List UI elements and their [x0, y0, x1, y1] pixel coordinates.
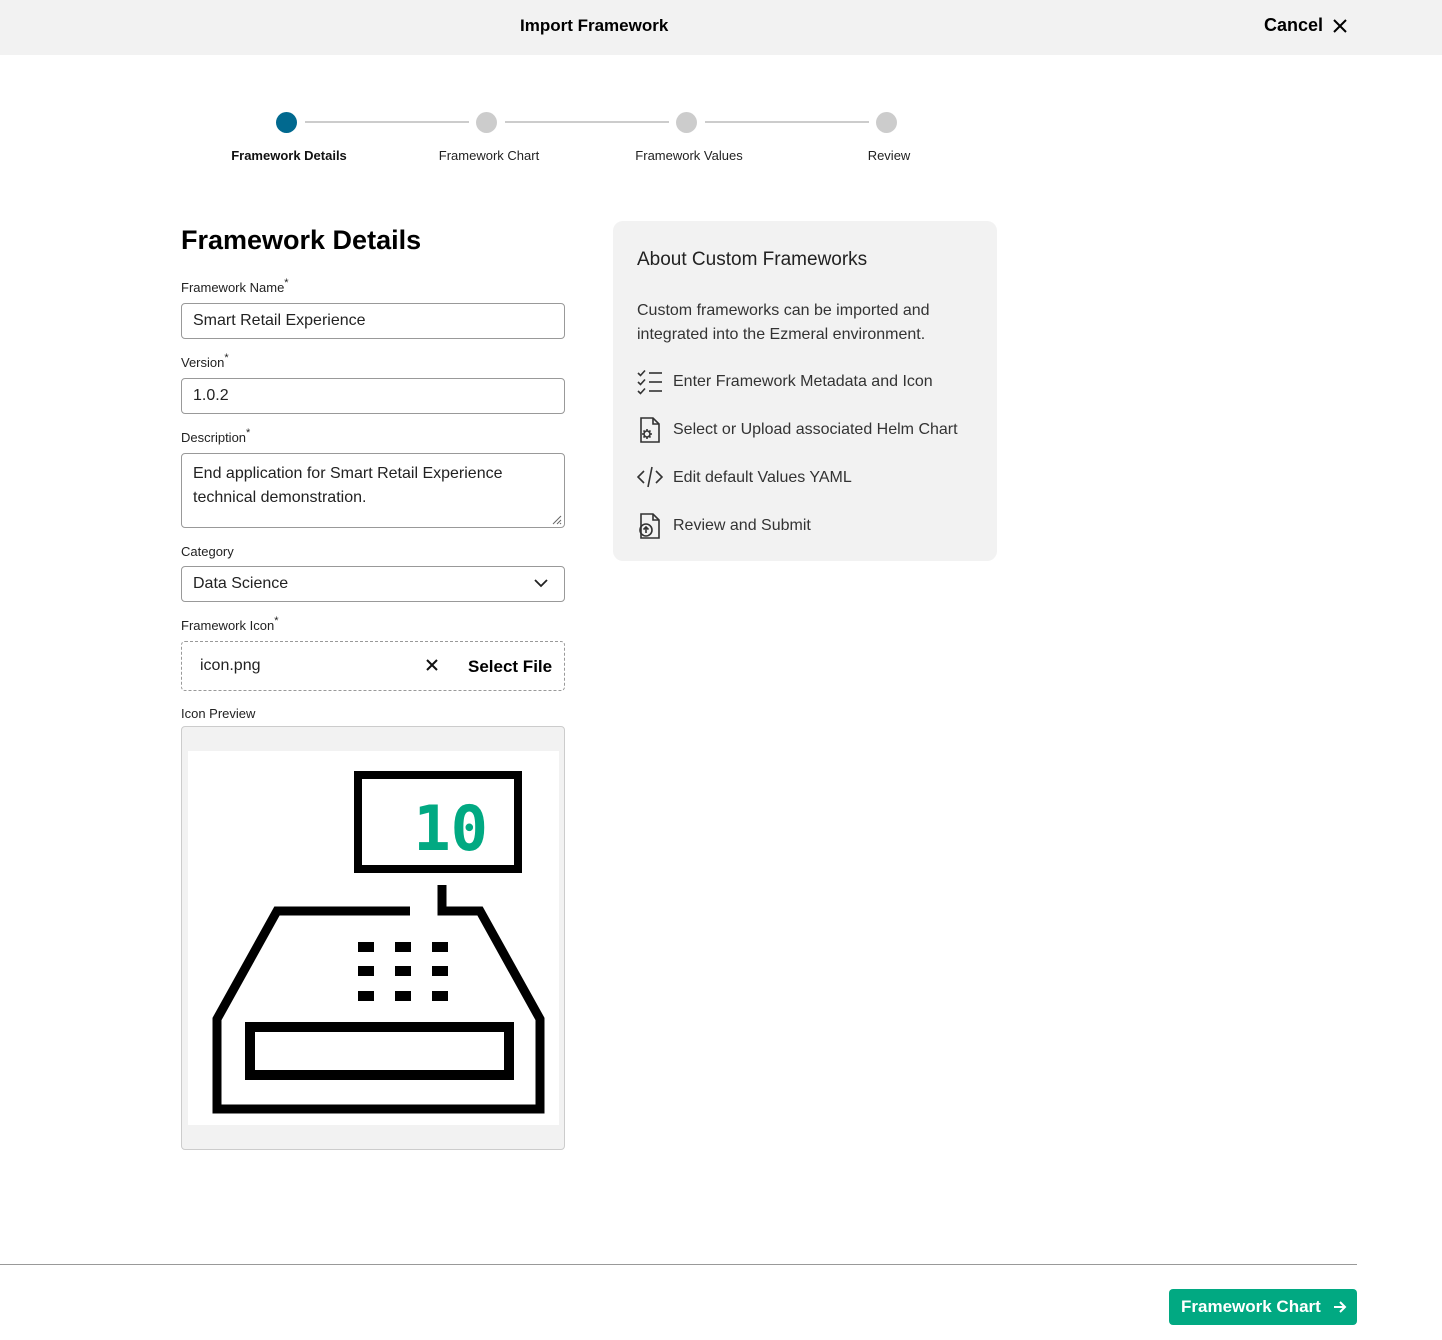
step-label-framework-details[interactable]: Framework Details [189, 148, 389, 163]
top-bar: Import Framework Cancel [0, 0, 1442, 55]
cancel-label: Cancel [1264, 15, 1324, 35]
info-panel-title: About Custom Frameworks [637, 249, 868, 270]
select-file-button[interactable]: Select File [468, 657, 552, 677]
step-label-framework-chart[interactable]: Framework Chart [389, 148, 589, 163]
info-panel: About Custom Frameworks Custom framework… [613, 221, 997, 561]
version-label: Version* [181, 352, 229, 370]
info-item-label: Select or Upload associated Helm Chart [673, 421, 958, 438]
step-label-review[interactable]: Review [789, 148, 989, 163]
file-input[interactable]: icon.png Select File [181, 641, 565, 691]
close-icon [1333, 18, 1347, 33]
section-heading: Framework Details [181, 225, 422, 255]
arrow-right-icon [1333, 1301, 1347, 1313]
checklist-icon [637, 369, 662, 395]
step-dot-framework-values[interactable] [676, 112, 697, 133]
step-label-framework-values[interactable]: Framework Values [589, 148, 789, 163]
next-step-label: Framework Chart [1181, 1297, 1321, 1316]
framework-icon-label: Framework Icon* [181, 615, 279, 633]
required-marker: * [224, 352, 229, 364]
category-value: Data Science [193, 575, 289, 592]
icon-preview-label: Icon Preview [181, 706, 256, 721]
step-connector [705, 121, 869, 123]
document-config-icon [640, 417, 660, 443]
cancel-button[interactable]: Cancel [1264, 15, 1347, 36]
framework-name-label: Framework Name* [181, 277, 289, 295]
resize-handle-icon[interactable] [550, 513, 562, 525]
info-item-label: Review and Submit [673, 517, 811, 534]
file-name: icon.png [200, 657, 261, 674]
step-connector [505, 121, 669, 123]
step-connector [305, 121, 469, 123]
info-item-helm-chart: Select or Upload associated Helm Chart [637, 417, 987, 445]
step-dot-framework-details[interactable] [276, 112, 297, 133]
document-upload-icon [639, 513, 660, 539]
required-marker: * [284, 277, 289, 289]
info-panel-description: Custom frameworks can be imported and in… [637, 302, 930, 343]
step-dot-framework-chart[interactable] [476, 112, 497, 133]
required-marker: * [274, 615, 279, 627]
display-digits: 10 [413, 792, 488, 865]
clear-file-icon[interactable] [425, 658, 439, 672]
chevron-down-icon [534, 579, 548, 588]
info-item-label: Edit default Values YAML [673, 469, 852, 486]
cash-register-image: 10 [188, 751, 559, 1125]
footer-divider [0, 1264, 1357, 1265]
step-dot-review[interactable] [876, 112, 897, 133]
description-label: Description* [181, 427, 251, 445]
code-icon [637, 466, 663, 488]
required-marker: * [246, 427, 251, 439]
description-textarea[interactable]: End application for Smart Retail Experie… [181, 453, 565, 528]
category-select[interactable]: Data Science [181, 566, 565, 602]
icon-preview: 10 [181, 726, 565, 1150]
version-input[interactable]: 1.0.2 [181, 378, 565, 414]
info-item-values-yaml: Edit default Values YAML [637, 465, 987, 493]
info-item-review: Review and Submit [637, 513, 987, 541]
next-step-button[interactable]: Framework Chart [1169, 1289, 1357, 1325]
info-item-label: Enter Framework Metadata and Icon [673, 373, 933, 390]
description-value: End application for Smart Retail Experie… [193, 465, 503, 506]
category-label: Category [181, 544, 234, 559]
page-title: Import Framework [520, 16, 669, 35]
framework-name-input[interactable]: Smart Retail Experience [181, 303, 565, 339]
info-item-metadata: Enter Framework Metadata and Icon [637, 369, 987, 397]
